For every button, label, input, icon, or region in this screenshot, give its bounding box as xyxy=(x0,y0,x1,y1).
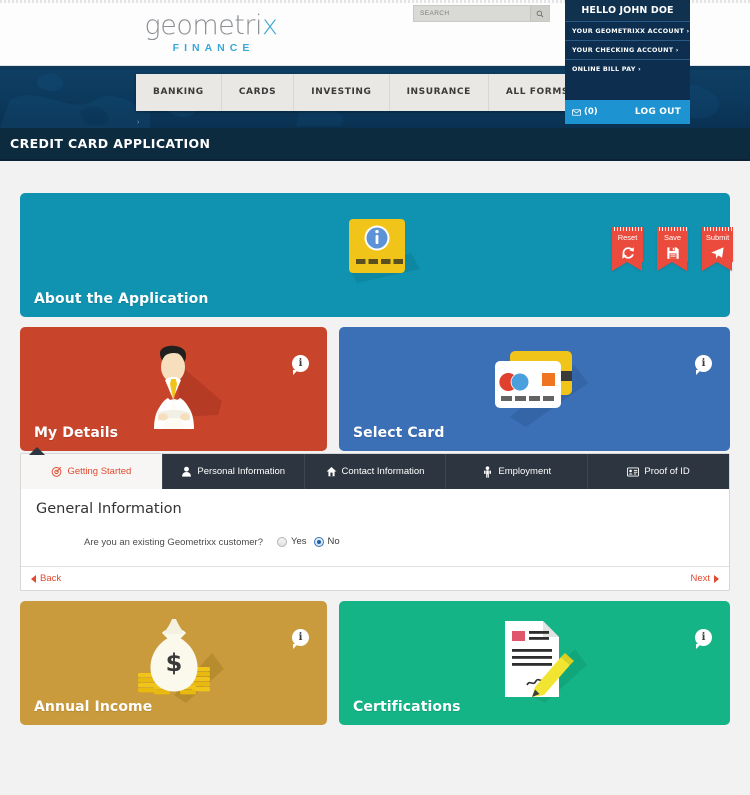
tile-about-title: About the Application xyxy=(34,291,209,307)
back-button-label: Back xyxy=(40,573,62,584)
logo-tagline: FINANCE xyxy=(172,42,255,54)
nav-item-insurance[interactable]: INSURANCE xyxy=(390,74,489,111)
target-icon xyxy=(52,466,62,477)
form-action-buttons: Reset Save Submit xyxy=(612,227,733,271)
envelope-icon xyxy=(572,108,581,116)
tab-proof-of-id[interactable]: Proof of ID xyxy=(588,454,729,489)
tab-getting-started[interactable]: Getting Started xyxy=(21,454,163,489)
tab-contact-information[interactable]: Contact Information xyxy=(305,454,447,489)
nav-item-investing[interactable]: INVESTING xyxy=(294,74,390,111)
existing-customer-label: Are you an existing Geometrixx customer? xyxy=(84,537,263,548)
submit-button[interactable]: Submit xyxy=(702,227,733,271)
tab-employment-label: Employment xyxy=(498,466,552,477)
next-button[interactable]: Next xyxy=(690,573,719,584)
nav-item-cards[interactable]: CARDS xyxy=(222,74,295,111)
account-link-checking[interactable]: YOUR CHECKING ACCOUNT › xyxy=(565,40,690,59)
page-title-bar: CREDIT CARD APPLICATION xyxy=(0,128,750,161)
existing-customer-option-yes[interactable]: Yes xyxy=(277,536,307,547)
tile-select-card-info-icon[interactable]: i xyxy=(695,355,712,375)
panel-pointer xyxy=(29,447,45,455)
radio-yes-indicator[interactable] xyxy=(277,536,287,547)
tile-annual-income[interactable]: $ i Annual Income xyxy=(20,601,327,725)
tile-my-details[interactable]: i My Details xyxy=(20,327,327,451)
floppy-disk-icon xyxy=(657,245,688,262)
tile-annual-income-title: Annual Income xyxy=(34,699,153,715)
tab-contact-information-label: Contact Information xyxy=(341,466,425,477)
radio-no-indicator[interactable] xyxy=(313,536,324,547)
existing-customer-radio-group: Yes No xyxy=(277,535,340,547)
reset-button[interactable]: Reset xyxy=(612,227,643,271)
tile-my-details-title: My Details xyxy=(34,425,119,441)
page-title: CREDIT CARD APPLICATION xyxy=(10,136,211,151)
logo-word-accent: x xyxy=(261,10,278,41)
home-icon xyxy=(326,466,336,477)
tile-row-middle: i My Details i Select Card xyxy=(20,327,730,451)
tile-row-bottom: $ i Annual Income i Certifications xyxy=(20,601,730,725)
search-input[interactable] xyxy=(414,10,530,17)
radio-no-label: No xyxy=(327,536,340,547)
site-logo[interactable]: geometrix FINANCE xyxy=(136,11,286,55)
form-body: General Information Are you an existing … xyxy=(21,489,729,566)
tab-personal-information-label: Personal Information xyxy=(197,466,286,477)
tile-my-details-info-icon[interactable]: i xyxy=(292,355,309,375)
businessman-icon xyxy=(20,339,327,435)
account-link-geometrixx[interactable]: YOUR GEOMETRIXX ACCOUNT › xyxy=(565,21,690,40)
reset-button-label: Reset xyxy=(617,233,638,242)
form-section-heading: General Information xyxy=(36,501,182,517)
application-form-panel: Getting Started Personal Information Con… xyxy=(20,447,730,591)
account-link-billpay[interactable]: ONLINE BILL PAY › xyxy=(565,59,690,78)
tab-getting-started-label: Getting Started xyxy=(67,466,132,477)
messages-button[interactable]: (0) xyxy=(572,107,598,117)
form-footer: Back Next xyxy=(21,566,729,590)
main-content: Reset Save Submit About the Application … xyxy=(0,193,750,725)
money-bag-icon: $ xyxy=(20,609,327,711)
breadcrumb: › xyxy=(137,119,140,126)
logout-button[interactable]: LOG OUT xyxy=(635,107,681,117)
account-panel-footer: (0) LOG OUT xyxy=(565,100,690,124)
tab-proof-of-id-label: Proof of ID xyxy=(644,466,690,477)
search-box[interactable] xyxy=(413,5,550,22)
logo-word-main: geometri xyxy=(144,10,263,41)
existing-customer-row: Are you an existing Geometrixx customer?… xyxy=(36,535,714,566)
message-count-label: (0) xyxy=(584,107,598,117)
credit-cards-icon xyxy=(339,339,730,439)
radio-yes-label: Yes xyxy=(291,536,307,547)
account-greeting: HELLO JOHN DOE xyxy=(565,0,690,21)
signed-document-icon xyxy=(339,609,730,713)
submit-button-label: Submit xyxy=(705,233,730,242)
existing-customer-option-no[interactable]: No xyxy=(313,536,340,547)
tile-certifications-title: Certifications xyxy=(353,699,461,715)
tile-certifications[interactable]: i Certifications xyxy=(339,601,730,725)
tile-select-card[interactable]: i Select Card xyxy=(339,327,730,451)
id-card-icon xyxy=(627,467,640,476)
tile-annual-income-info-icon[interactable]: i xyxy=(292,629,309,649)
tab-personal-information[interactable]: Personal Information xyxy=(163,454,305,489)
form-tabs: Getting Started Personal Information Con… xyxy=(21,454,729,489)
logo-wordmark: geometrix xyxy=(145,11,278,41)
person-icon xyxy=(182,466,192,477)
account-panel-spacer xyxy=(565,78,690,100)
worker-icon xyxy=(484,465,492,478)
account-dropdown-panel: HELLO JOHN DOE YOUR GEOMETRIXX ACCOUNT ›… xyxy=(565,0,690,124)
next-button-label: Next xyxy=(690,573,710,584)
back-button[interactable]: Back xyxy=(31,573,61,584)
svg-text:$: $ xyxy=(165,649,182,677)
search-icon xyxy=(536,10,544,17)
refresh-icon xyxy=(612,245,643,262)
save-button-label: Save xyxy=(663,233,682,242)
tab-employment[interactable]: Employment xyxy=(446,454,589,489)
tile-select-card-title: Select Card xyxy=(353,425,445,441)
nav-item-banking[interactable]: BANKING xyxy=(136,74,222,111)
search-button[interactable] xyxy=(530,6,549,21)
chevron-right-icon xyxy=(714,574,719,583)
paper-plane-icon xyxy=(702,245,733,262)
chevron-left-icon xyxy=(31,574,36,583)
save-button[interactable]: Save xyxy=(657,227,688,271)
tile-certifications-info-icon[interactable]: i xyxy=(695,629,712,649)
